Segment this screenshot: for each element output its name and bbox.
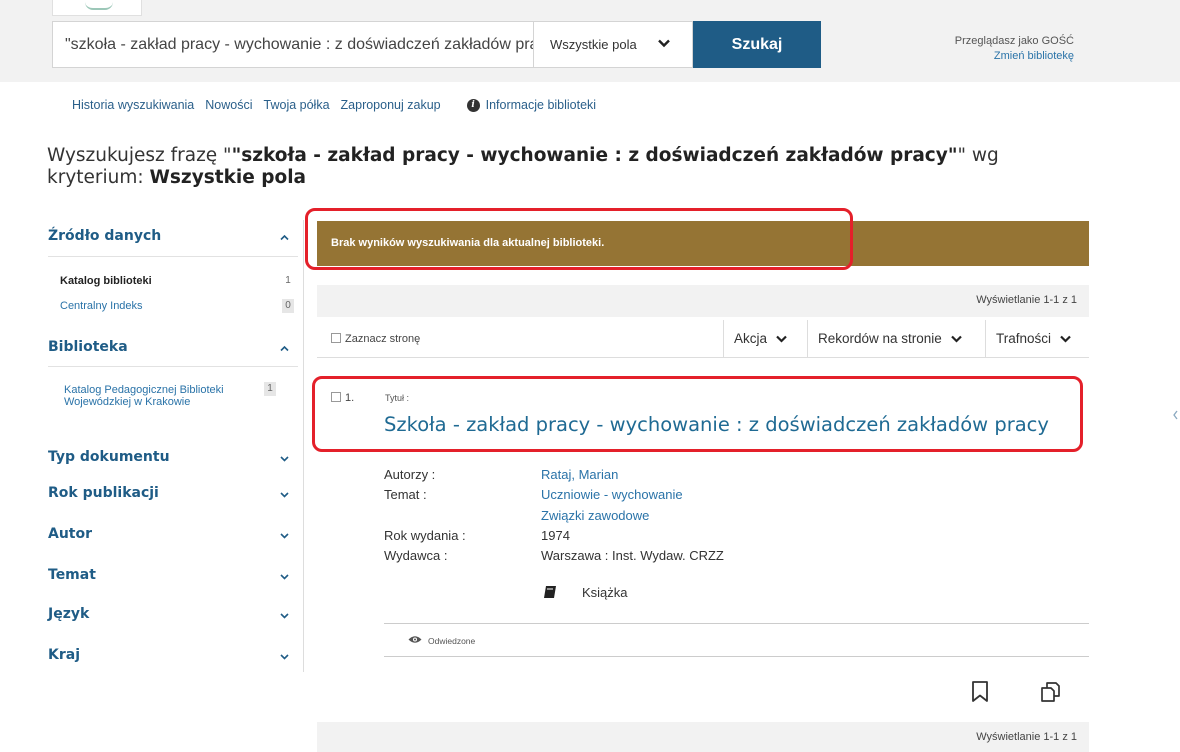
bookmark-icon[interactable] — [969, 680, 991, 704]
guest-label: Przeglądasz jako GOŚĆ — [954, 35, 1074, 47]
facet-count: 0 — [282, 299, 294, 313]
search-scope-label: Wszystkie pola — [550, 37, 637, 52]
facet-divider — [48, 366, 298, 367]
chevron-down-icon — [280, 613, 289, 619]
heading-criterion: Wszystkie pola — [149, 167, 307, 188]
format-label: Książka — [582, 585, 628, 600]
chevron-up-icon — [280, 234, 289, 241]
select-page-label: Zaznacz stronę — [345, 333, 421, 345]
facet-title: Biblioteka — [48, 339, 128, 355]
facet-country[interactable]: Kraj — [48, 647, 298, 669]
highlight-annotation — [305, 208, 853, 270]
year-label: Rok wydania : — [384, 528, 466, 543]
facet-library[interactable]: Biblioteka — [48, 339, 298, 361]
visited-label: Odwiedzone — [428, 636, 476, 646]
chevron-down-icon — [280, 456, 289, 462]
chevron-up-icon — [280, 345, 289, 352]
chevron-down-icon — [280, 654, 289, 660]
chevron-down-icon — [280, 574, 289, 580]
chevron-down-icon — [280, 492, 289, 498]
nav-suggest-purchase[interactable]: Zaproponuj zakup — [341, 98, 441, 112]
select-page-checkbox[interactable]: Zaznacz stronę — [331, 333, 420, 345]
secondary-nav: Historia wyszukiwania Nowości Twoja półk… — [72, 95, 607, 115]
nav-new-items[interactable]: Nowości — [205, 98, 252, 112]
facet-count: 1 — [264, 382, 276, 396]
facet-title: Autor — [48, 526, 93, 542]
visited-bar: Odwiedzone — [384, 623, 1089, 657]
chevron-down-icon — [1060, 335, 1071, 343]
results-count-top: Wyświetlanie 1-1 z 1 — [317, 285, 1089, 317]
facet-publication-year[interactable]: Rok publikacji — [48, 485, 298, 507]
facet-language[interactable]: Język — [48, 606, 298, 628]
heading-phrase: "szkoła - zakład pracy - wychowanie : z … — [231, 145, 958, 166]
search-summary-heading: Wyszukujesz frazę ""szkoła - zakład prac… — [47, 145, 1047, 189]
facet-title: Rok publikacji — [48, 485, 159, 501]
author-link[interactable]: Rataj, Marian — [541, 467, 618, 482]
chevron-down-icon — [776, 335, 787, 343]
facet-title: Typ dokumentu — [48, 449, 170, 465]
scroll-indicator — [1173, 410, 1178, 420]
sort-label: Trafności — [996, 331, 1052, 346]
library-logo[interactable] — [52, 0, 142, 16]
facet-item-label: Wojewódzkiej w Krakowie — [64, 396, 191, 408]
action-label: Akcja — [734, 331, 768, 346]
authors-label: Autorzy : — [384, 467, 436, 482]
header-bar: "szkoła - zakład pracy - wychowanie : z … — [0, 0, 1180, 82]
records-per-page-label: Rekordów na stronie — [818, 331, 942, 346]
publisher-label: Wydawca : — [384, 548, 448, 563]
action-dropdown[interactable]: Akcja — [723, 320, 807, 358]
sort-dropdown[interactable]: Trafności — [985, 320, 1089, 358]
year-value: 1974 — [541, 528, 570, 543]
guest-info: Przeglądasz jako GOŚĆ Zmień bibliotekę — [955, 35, 1074, 62]
chevron-down-icon — [951, 335, 962, 343]
highlight-annotation — [312, 376, 1083, 452]
sidebar-divider — [303, 220, 304, 672]
facet-subject[interactable]: Temat — [48, 567, 298, 589]
facet-title: Język — [48, 606, 90, 622]
book-icon — [544, 586, 556, 598]
copy-icon[interactable] — [1039, 680, 1061, 704]
publisher-value: Warszawa : Inst. Wydaw. CRZZ — [541, 548, 724, 563]
change-library-link[interactable]: Zmień bibliotekę — [955, 50, 1074, 62]
subject-link[interactable]: Związki zawodowe — [541, 508, 649, 523]
facet-divider — [48, 256, 298, 257]
results-count-bottom: Wyświetlanie 1-1 z 1 — [317, 722, 1089, 752]
heading-prefix: Wyszukujesz frazę " — [47, 145, 232, 166]
info-icon[interactable]: i — [466, 98, 480, 112]
facet-data-source[interactable]: Źródło danych — [48, 228, 298, 250]
subject-link[interactable]: Uczniowie - wychowanie — [541, 487, 683, 502]
facet-title: Źródło danych — [48, 228, 162, 244]
facet-document-type[interactable]: Typ dokumentu — [48, 449, 298, 471]
nav-search-history[interactable]: Historia wyszukiwania — [72, 98, 194, 112]
chevron-down-icon — [280, 533, 289, 539]
search-input[interactable]: "szkoła - zakład pracy - wychowanie : z … — [52, 21, 533, 68]
facet-item-pedagogical-library[interactable]: Katalog Pedagogicznej Biblioteki Wojewód… — [64, 384, 224, 408]
checkbox-icon — [331, 333, 341, 343]
nav-your-shelf[interactable]: Twoja półka — [264, 98, 330, 112]
facet-item-label: Katalog Pedagogicznej Biblioteki — [64, 384, 224, 396]
results-toolbar: Zaznacz stronę Akcja Rekordów na stronie… — [317, 320, 1089, 358]
facet-author[interactable]: Autor — [48, 526, 298, 548]
subject-label: Temat : — [384, 487, 427, 502]
facet-title: Temat — [48, 567, 96, 583]
facet-count: 1 — [285, 275, 291, 286]
chevron-down-icon — [658, 39, 670, 48]
search-scope-select[interactable]: Wszystkie pola — [533, 21, 693, 68]
facet-item-central-index[interactable]: Centralny Indeks — [60, 300, 143, 312]
facet-title: Kraj — [48, 647, 80, 663]
records-per-page-dropdown[interactable]: Rekordów na stronie — [807, 320, 985, 358]
eye-icon — [408, 636, 422, 643]
facet-item-library-catalog[interactable]: Katalog biblioteki — [60, 275, 152, 287]
nav-library-info[interactable]: Informacje biblioteki — [486, 98, 596, 112]
search-button[interactable]: Szukaj — [693, 21, 821, 68]
